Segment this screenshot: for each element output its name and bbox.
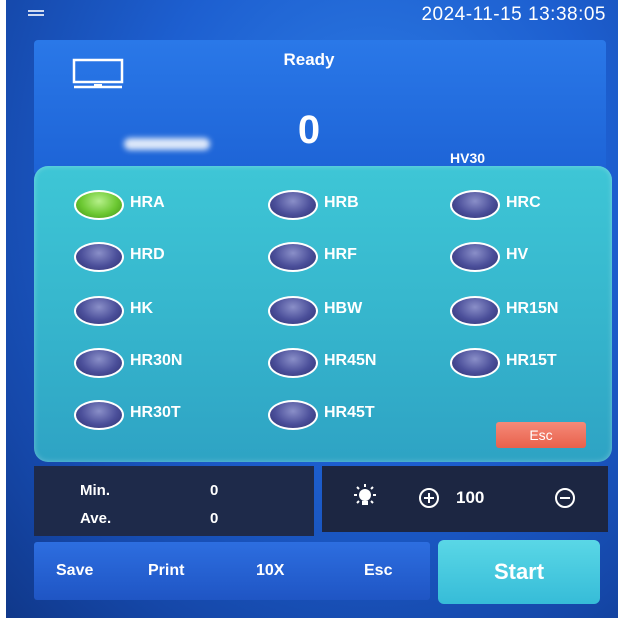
radio-icon[interactable] bbox=[450, 348, 500, 378]
scale-option-hrf[interactable]: HRF bbox=[268, 240, 418, 274]
scale-option-label: HR30N bbox=[130, 352, 183, 369]
scale-option-hk[interactable]: HK bbox=[74, 294, 224, 328]
radio-icon[interactable] bbox=[74, 296, 124, 326]
scale-option-hr45n[interactable]: HR45N bbox=[268, 346, 418, 380]
scale-option-hr30t[interactable]: HR30T bbox=[74, 398, 224, 432]
status-text: Ready bbox=[283, 50, 335, 69]
scale-option-hr15n[interactable]: HR15N bbox=[450, 294, 600, 328]
light-control-panel: 100 bbox=[322, 466, 608, 532]
scale-option-label: HRF bbox=[324, 246, 357, 263]
radio-icon[interactable] bbox=[268, 296, 318, 326]
scale-selection-panel: HRA HRB HRC HRD HRF HV HK HBW HR15N HR30N HR45N HR1… bbox=[34, 166, 612, 462]
print-button[interactable]: Print bbox=[148, 562, 184, 580]
scale-option-label: HV bbox=[506, 246, 529, 263]
scale-option-label: HR30T bbox=[130, 404, 181, 421]
radio-icon[interactable] bbox=[268, 242, 318, 272]
scale-option-hrc[interactable]: HRC bbox=[450, 188, 600, 222]
scale-option-hbw[interactable]: HBW bbox=[268, 294, 418, 328]
current-scale-label: HV30 bbox=[450, 150, 486, 166]
scale-option-label: HR45T bbox=[324, 404, 375, 421]
top-bar: 2024-11-15 13:38:05 bbox=[6, 0, 618, 34]
scale-option-label: HR45N bbox=[324, 352, 377, 369]
average-value: 0 bbox=[210, 510, 219, 527]
menu-icon[interactable] bbox=[28, 10, 44, 20]
scale-option-label: HRC bbox=[506, 194, 541, 211]
min-value: 0 bbox=[210, 482, 219, 499]
scale-option-hrd[interactable]: HRD bbox=[74, 240, 224, 274]
radio-icon[interactable] bbox=[74, 400, 124, 430]
min-label: Min. bbox=[80, 482, 110, 499]
scale-option-hv[interactable]: HV bbox=[450, 240, 600, 274]
radio-icon[interactable] bbox=[268, 400, 318, 430]
radio-icon[interactable] bbox=[268, 348, 318, 378]
scale-option-hr45t[interactable]: HR45T bbox=[268, 398, 418, 432]
scale-option-label: HBW bbox=[324, 300, 363, 317]
radio-icon[interactable] bbox=[450, 242, 500, 272]
scale-esc-button[interactable]: Esc bbox=[496, 422, 586, 448]
scale-option-hra[interactable]: HRA bbox=[74, 188, 224, 222]
start-button[interactable]: Start bbox=[438, 540, 600, 604]
scale-option-label: HRD bbox=[130, 246, 165, 263]
radio-icon[interactable] bbox=[74, 242, 124, 272]
decrease-light-icon[interactable] bbox=[554, 487, 576, 509]
scale-option-hr15t[interactable]: HR15T bbox=[450, 346, 600, 380]
scale-option-label: HK bbox=[130, 300, 154, 317]
scale-option-label: HRB bbox=[324, 194, 359, 211]
radio-icon[interactable] bbox=[74, 348, 124, 378]
reading-display: Ready 0 HV30 bbox=[34, 40, 606, 175]
statistics-panel: Min. 0 Ave. 0 bbox=[34, 466, 314, 536]
scale-option-hrb[interactable]: HRB bbox=[268, 188, 418, 222]
screen-glare bbox=[124, 138, 210, 150]
hardness-reading: 0 bbox=[297, 108, 321, 152]
save-button[interactable]: Save bbox=[56, 562, 93, 580]
light-level-value: 100 bbox=[456, 488, 485, 507]
scale-option-hr30n[interactable]: HR30N bbox=[74, 346, 224, 380]
radio-icon[interactable] bbox=[450, 190, 500, 220]
average-label: Ave. bbox=[80, 510, 112, 527]
zoom-button[interactable]: 10X bbox=[256, 562, 284, 580]
esc-button[interactable]: Esc bbox=[364, 562, 392, 580]
light-bulb-icon bbox=[354, 484, 376, 505]
datetime: 2024-11-15 13:38:05 bbox=[421, 4, 606, 25]
radio-icon[interactable] bbox=[450, 296, 500, 326]
scale-option-label: HRA bbox=[130, 194, 165, 211]
radio-icon[interactable] bbox=[74, 190, 124, 220]
increase-light-icon[interactable] bbox=[418, 487, 440, 509]
tester-screen: 2024-11-15 13:38:05 Ready 0 HV30 HRA HRB H… bbox=[6, 0, 618, 618]
scale-option-label: HR15N bbox=[506, 300, 559, 317]
scale-option-label: HR15T bbox=[506, 352, 557, 369]
bottom-toolbar: Save Print 10X Esc bbox=[34, 542, 430, 600]
radio-icon[interactable] bbox=[268, 190, 318, 220]
monitor-icon[interactable] bbox=[70, 58, 126, 90]
